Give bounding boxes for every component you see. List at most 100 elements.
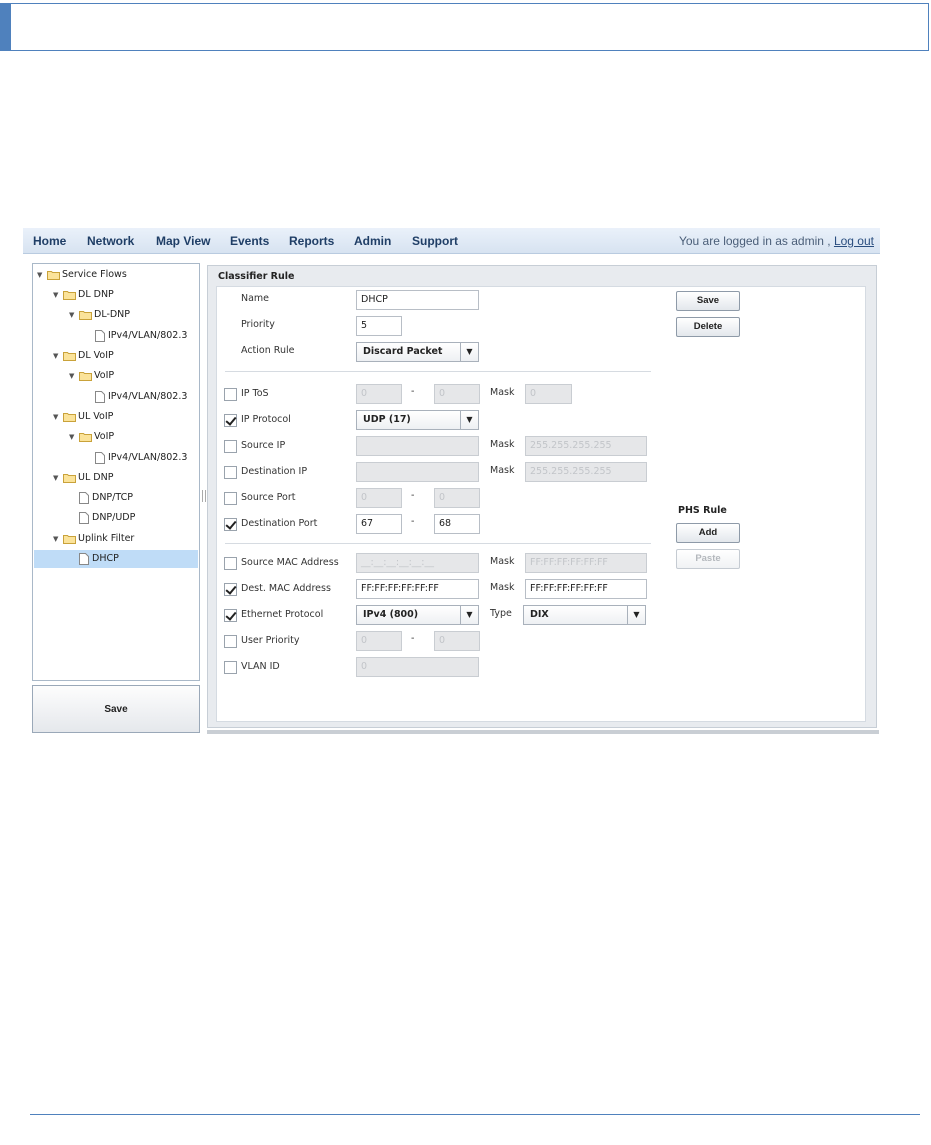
range-separator: -: [411, 386, 415, 397]
folder-icon: [47, 271, 60, 280]
menu-admin[interactable]: Admin: [354, 234, 391, 248]
dest-mac-label: Dest. MAC Address: [241, 583, 331, 594]
classifier-delete-button[interactable]: Delete: [676, 317, 740, 337]
tree-node-ul-voip-child[interactable]: ▼ VoIP: [69, 429, 114, 445]
tree-node-label: VoIP: [94, 431, 115, 442]
tree-node-ul-voip-classifier[interactable]: IPv4/VLAN/802.3: [95, 450, 187, 466]
ip-protocol-checkbox[interactable]: [224, 414, 237, 427]
tree-node-label: UL VoIP: [78, 411, 114, 422]
ip-tos-to-input[interactable]: 0: [434, 384, 480, 404]
expand-arrow-icon[interactable]: ▼: [69, 307, 79, 323]
phs-add-button[interactable]: Add: [676, 523, 740, 543]
expand-arrow-icon[interactable]: ▼: [69, 368, 79, 384]
ip-tos-checkbox[interactable]: [224, 388, 237, 401]
expand-arrow-icon[interactable]: ▼: [53, 531, 63, 547]
action-rule-label: Action Rule: [241, 345, 295, 356]
phs-paste-button[interactable]: Paste: [676, 549, 740, 569]
ip-tos-from-input[interactable]: 0: [356, 384, 402, 404]
ip-tos-mask-label: Mask: [490, 387, 515, 398]
tree-node-label: IPv4/VLAN/802.3: [108, 391, 188, 402]
destination-port-from-input[interactable]: 67: [356, 514, 402, 534]
vlan-id-input[interactable]: 0: [356, 657, 479, 677]
name-input[interactable]: DHCP: [356, 290, 479, 310]
expand-arrow-icon[interactable]: ▼: [37, 267, 47, 283]
source-mac-checkbox[interactable]: [224, 557, 237, 570]
source-mac-mask-label: Mask: [490, 556, 515, 567]
destination-ip-mask-input[interactable]: 255.255.255.255: [525, 462, 647, 482]
priority-input[interactable]: 5: [356, 316, 402, 336]
destination-port-to-input[interactable]: 68: [434, 514, 480, 534]
ip-protocol-value: UDP (17): [363, 414, 411, 425]
ethernet-protocol-select[interactable]: IPv4 (800) ▼: [356, 605, 479, 625]
tree-node-dl-voip-classifier[interactable]: IPv4/VLAN/802.3: [95, 389, 187, 405]
menu-map-view[interactable]: Map View: [156, 234, 210, 248]
tree-node-dnp-tcp[interactable]: DNP/TCP: [79, 490, 133, 506]
expand-arrow-icon[interactable]: ▼: [53, 348, 63, 364]
classifier-save-button[interactable]: Save: [676, 291, 740, 311]
dest-mac-mask-input[interactable]: FF:FF:FF:FF:FF:FF: [525, 579, 647, 599]
source-port-checkbox[interactable]: [224, 492, 237, 505]
tree-node-dl-dnp-classifier[interactable]: IPv4/VLAN/802.3: [95, 328, 187, 344]
logout-link[interactable]: Log out: [834, 234, 874, 248]
ethernet-protocol-label: Ethernet Protocol: [241, 609, 324, 620]
user-priority-to-input[interactable]: 0: [434, 631, 480, 651]
vlan-id-label: VLAN ID: [241, 661, 280, 672]
menu-support[interactable]: Support: [412, 234, 458, 248]
tree-node-ul-dnp[interactable]: ▼ UL DNP: [53, 470, 113, 486]
dest-mac-input[interactable]: FF:FF:FF:FF:FF:FF: [356, 579, 479, 599]
source-ip-checkbox[interactable]: [224, 440, 237, 453]
expand-arrow-icon[interactable]: ▼: [53, 409, 63, 425]
dest-mac-checkbox[interactable]: [224, 583, 237, 596]
tree-save-button[interactable]: Save: [32, 685, 200, 733]
action-rule-select[interactable]: Discard Packet ▼: [356, 342, 479, 362]
destination-port-checkbox[interactable]: [224, 518, 237, 531]
source-mac-mask-input[interactable]: FF:FF:FF:FF:FF:FF: [525, 553, 647, 573]
tree-node-dl-dnp[interactable]: ▼ DL DNP: [53, 287, 114, 303]
tree-node-ul-voip[interactable]: ▼ UL VoIP: [53, 409, 113, 425]
tree-node-label: DNP/TCP: [92, 492, 133, 503]
source-mac-input[interactable]: __:__:__:__:__:__: [356, 553, 479, 573]
user-priority-checkbox[interactable]: [224, 635, 237, 648]
classifier-panel: Classifier Rule Name DHCP Priority 5 Act…: [207, 265, 877, 728]
tree-node-dnp-udp[interactable]: DNP/UDP: [79, 510, 135, 526]
source-ip-mask-input[interactable]: 255.255.255.255: [525, 436, 647, 456]
destination-port-label: Destination Port: [241, 518, 318, 529]
expand-arrow-icon[interactable]: ▼: [69, 429, 79, 445]
source-ip-mask-label: Mask: [490, 439, 515, 450]
expand-arrow-icon[interactable]: ▼: [53, 287, 63, 303]
ip-protocol-select[interactable]: UDP (17) ▼: [356, 410, 479, 430]
menu-network[interactable]: Network: [87, 234, 134, 248]
tree-node-dl-dnp-child[interactable]: ▼ DL-DNP: [69, 307, 130, 323]
menu-events[interactable]: Events: [230, 234, 269, 248]
ethernet-protocol-checkbox[interactable]: [224, 609, 237, 622]
tree-node-label: DNP/UDP: [92, 512, 136, 523]
source-ip-input[interactable]: [356, 436, 479, 456]
ip-tos-mask-input[interactable]: 0: [525, 384, 572, 404]
tree-node-uplink-filter[interactable]: ▼ Uplink Filter: [53, 531, 134, 547]
folder-icon: [63, 291, 76, 300]
folder-icon: [79, 311, 92, 320]
tree-node-dl-voip[interactable]: ▼ DL VoIP: [53, 348, 114, 364]
tree-node-label: IPv4/VLAN/802.3: [108, 452, 188, 463]
source-port-to-input[interactable]: 0: [434, 488, 480, 508]
service-flow-tree: ▼ Service Flows ▼ DL DNP ▼ DL-DNP IPv4/VLAN…: [32, 263, 200, 681]
destination-ip-checkbox[interactable]: [224, 466, 237, 479]
vlan-id-checkbox[interactable]: [224, 661, 237, 674]
header-frame: [11, 3, 929, 51]
ethernet-type-select[interactable]: DIX ▼: [523, 605, 646, 625]
file-icon: [79, 512, 89, 524]
destination-ip-input[interactable]: [356, 462, 479, 482]
menu-home[interactable]: Home: [33, 234, 66, 248]
tree-node-dhcp[interactable]: DHCP: [79, 551, 119, 567]
chevron-down-icon: ▼: [627, 606, 645, 624]
tree-node-service-flows[interactable]: ▼ Service Flows: [37, 267, 127, 283]
menu-reports[interactable]: Reports: [289, 234, 334, 248]
tree-node-dl-voip-child[interactable]: ▼ VoIP: [69, 368, 114, 384]
ip-protocol-label: IP Protocol: [241, 414, 291, 425]
user-priority-from-input[interactable]: 0: [356, 631, 402, 651]
classifier-title: Classifier Rule: [218, 271, 295, 282]
file-icon: [95, 391, 105, 403]
source-port-from-input[interactable]: 0: [356, 488, 402, 508]
panel-splitter-handle[interactable]: [202, 490, 206, 502]
expand-arrow-icon[interactable]: ▼: [53, 470, 63, 486]
